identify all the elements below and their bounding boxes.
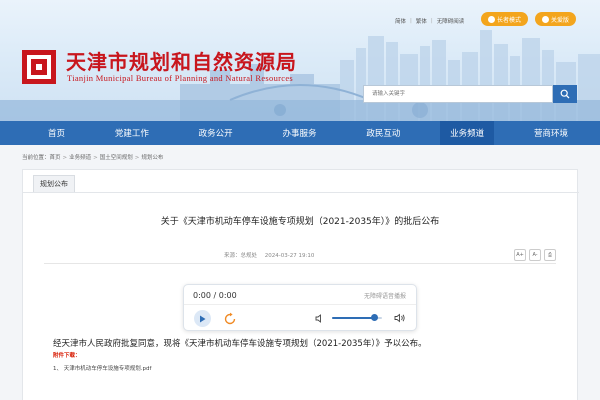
article-body: 经天津市人民政府批复同意，现将《天津市机动车停车设施专项规划（2021-2035…	[53, 339, 427, 349]
print-button[interactable]: ⎙	[544, 249, 556, 261]
volume-slider[interactable]	[332, 314, 382, 321]
care-icon	[541, 15, 549, 23]
senior-icon	[487, 15, 495, 23]
search-input[interactable]	[363, 85, 553, 103]
player-time: 0:00 / 0:00	[193, 291, 237, 300]
senior-mode-button[interactable]: 长者模式	[481, 12, 528, 26]
tab-planning-publish[interactable]: 规划公布	[33, 175, 75, 192]
nav-services[interactable]: 办事服务	[272, 121, 326, 145]
search-icon	[560, 89, 570, 99]
site-title-english: Tianjin Municipal Bureau of Planning and…	[67, 73, 294, 83]
breadcrumb-home[interactable]: 首页	[50, 155, 61, 161]
site-title: 天津市规划和自然资源局	[66, 50, 297, 74]
play-button[interactable]	[194, 310, 211, 327]
article-source: 来源：总规处	[224, 253, 258, 259]
bureau-logo-icon	[22, 50, 56, 84]
article-title: 关于《天津市机动车停车设施专项规划（2021-2035年）》的批后公布	[160, 217, 440, 227]
main-nav: 首页 党建工作 政务公开 办事服务 政民互动 业务频道 营商环境	[0, 121, 600, 145]
page: 简体 | 繁体 | 无障碍阅读 长者模式 关爱版 天津市规划和自然资源局 Tia…	[0, 0, 600, 400]
care-version-button[interactable]: 关爱版	[535, 12, 576, 26]
volume-high-icon[interactable]	[394, 313, 406, 323]
play-icon	[200, 315, 206, 322]
audio-player: 0:00 / 0:00 无障碍语音播报	[183, 284, 417, 331]
volume-low-icon[interactable]	[315, 314, 324, 323]
link-accessible[interactable]: 无障碍阅读	[437, 17, 465, 25]
header-banner: 简体 | 繁体 | 无障碍阅读 长者模式 关爱版 天津市规划和自然资源局 Tia…	[0, 0, 600, 121]
breadcrumb: 当前位置：首页 > 业务频道 > 国土空间规划 > 规划公布	[22, 155, 164, 161]
top-links: 简体 | 繁体 | 无障碍阅读	[395, 17, 465, 25]
attachment-link[interactable]: 1、 天津市机动车停车设施专项规划.pdf	[53, 364, 151, 372]
breadcrumb-spatial-planning[interactable]: 国土空间规划	[100, 155, 133, 161]
nav-party-work[interactable]: 党建工作	[105, 121, 159, 145]
breadcrumb-planning-publish[interactable]: 规划公布	[141, 155, 163, 161]
article-date: 2024-03-27 19:10	[264, 253, 315, 259]
font-larger-button[interactable]: A+	[514, 249, 526, 261]
search-button[interactable]	[553, 85, 577, 103]
nav-interaction[interactable]: 政民互动	[356, 121, 410, 145]
article-meta: 来源：总规处 2024-03-27 19:10 A+ A- ⎙	[44, 248, 556, 264]
font-smaller-button[interactable]: A-	[529, 249, 541, 261]
tab-header: 规划公布	[23, 170, 579, 193]
replay-button[interactable]	[221, 310, 238, 327]
volume-handle[interactable]	[371, 314, 378, 321]
search-bar	[363, 85, 577, 103]
player-hint: 无障碍语音播报	[363, 293, 406, 300]
breadcrumb-business[interactable]: 业务频道	[69, 155, 91, 161]
nav-home[interactable]: 首页	[38, 121, 75, 145]
replay-icon	[224, 312, 235, 324]
attachment-label: 附件下载：	[53, 353, 81, 359]
link-simplified[interactable]: 简体	[395, 17, 406, 25]
volume-fill	[332, 317, 375, 319]
link-traditional[interactable]: 繁体	[416, 17, 427, 25]
nav-business-env[interactable]: 营商环境	[524, 121, 578, 145]
nav-business[interactable]: 业务频道	[440, 121, 495, 145]
nav-gov-affairs[interactable]: 政务公开	[189, 121, 243, 145]
